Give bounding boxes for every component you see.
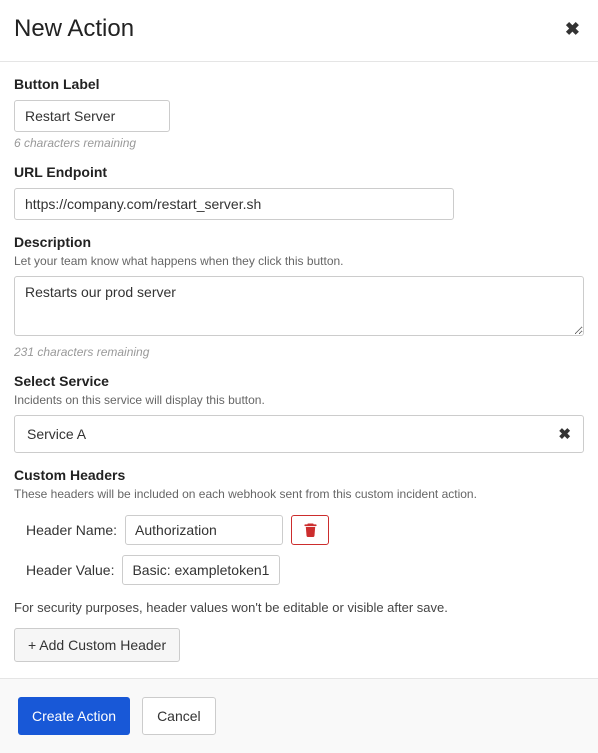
modal-footer: Create Action Cancel — [0, 678, 598, 753]
url-endpoint-input[interactable] — [14, 188, 454, 220]
button-label-label: Button Label — [14, 76, 584, 92]
select-service-input[interactable]: Service A ✖ — [14, 415, 584, 453]
custom-headers-group: Custom Headers These headers will be inc… — [14, 467, 584, 662]
header-name-label: Header Name: — [26, 522, 117, 538]
select-service-hint: Incidents on this service will display t… — [14, 393, 584, 407]
delete-header-button[interactable] — [291, 515, 329, 545]
create-action-button[interactable]: Create Action — [18, 697, 130, 735]
security-note: For security purposes, header values won… — [14, 600, 584, 615]
button-label-group: Button Label 6 characters remaining — [14, 76, 584, 150]
select-service-value: Service A — [27, 426, 86, 442]
modal-title: New Action — [14, 15, 134, 43]
cancel-button[interactable]: Cancel — [142, 697, 216, 735]
description-hint: Let your team know what happens when the… — [14, 254, 584, 268]
header-value-input[interactable] — [122, 555, 280, 585]
select-service-label: Select Service — [14, 373, 584, 389]
header-value-label: Header Value: — [26, 562, 114, 578]
button-label-helper: 6 characters remaining — [14, 136, 584, 150]
select-service-clear-icon[interactable]: ✖ — [558, 425, 571, 443]
url-endpoint-group: URL Endpoint — [14, 164, 584, 220]
trash-icon — [304, 523, 317, 537]
custom-headers-label: Custom Headers — [14, 467, 584, 483]
header-value-row: Header Value: — [26, 555, 584, 585]
header-name-input[interactable] — [125, 515, 283, 545]
description-group: Description Let your team know what happ… — [14, 234, 584, 359]
close-icon[interactable]: ✖ — [561, 19, 584, 40]
header-name-row: Header Name: — [26, 515, 584, 545]
description-input[interactable] — [14, 276, 584, 336]
add-custom-header-button[interactable]: + Add Custom Header — [14, 628, 180, 662]
url-endpoint-label: URL Endpoint — [14, 164, 584, 180]
button-label-input[interactable] — [14, 100, 170, 132]
description-helper: 231 characters remaining — [14, 345, 584, 359]
select-service-group: Select Service Incidents on this service… — [14, 373, 584, 453]
modal-body: Button Label 6 characters remaining URL … — [0, 62, 598, 678]
description-label: Description — [14, 234, 584, 250]
custom-headers-hint: These headers will be included on each w… — [14, 487, 584, 501]
modal-header: New Action ✖ — [0, 0, 598, 62]
